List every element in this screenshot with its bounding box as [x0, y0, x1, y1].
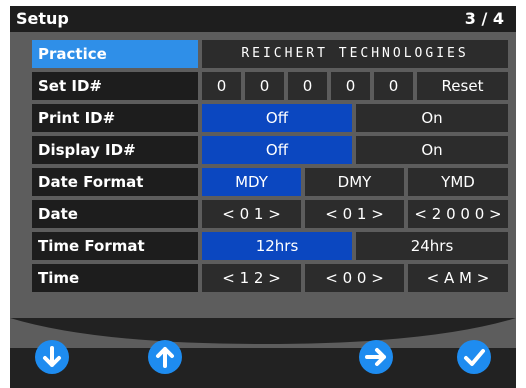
display-id-label: Display ID#	[32, 136, 198, 164]
practice-row: Practice REICHERT TECHNOLOGIES	[32, 40, 508, 68]
page-title: Setup	[16, 9, 69, 28]
practice-label[interactable]: Practice	[32, 40, 198, 68]
date-label: Date	[32, 200, 198, 228]
date-format-ymd-option[interactable]: YMD	[408, 168, 508, 196]
print-id-off-option[interactable]: Off	[202, 104, 352, 132]
set-id-digit-4[interactable]: 0	[331, 72, 370, 100]
time-minute-stepper[interactable]: < 0 0 >	[305, 264, 404, 292]
date-row: Date < 0 1 > < 0 1 > < 2 0 0 0 >	[32, 200, 508, 228]
display-id-row: Display ID# Off On	[32, 136, 508, 164]
set-id-digit-5[interactable]: 0	[374, 72, 413, 100]
set-id-label: Set ID#	[32, 72, 198, 100]
set-id-digit-3[interactable]: 0	[288, 72, 327, 100]
time-format-12hrs-option[interactable]: 12hrs	[202, 232, 352, 260]
checkmark-icon[interactable]	[457, 340, 491, 374]
date-format-mdy-option[interactable]: MDY	[202, 168, 301, 196]
set-id-digit-1[interactable]: 0	[202, 72, 241, 100]
set-id-row: Set ID# 0 0 0 0 0 Reset	[32, 72, 508, 100]
title-bar: Setup 3 / 4	[10, 6, 516, 32]
date-format-dmy-option[interactable]: DMY	[305, 168, 404, 196]
arrow-up-icon[interactable]	[148, 340, 182, 374]
display-id-off-option[interactable]: Off	[202, 136, 352, 164]
time-row: Time < 1 2 > < 0 0 > < A M >	[32, 264, 508, 292]
set-id-digit-2[interactable]: 0	[245, 72, 284, 100]
arrow-right-icon[interactable]	[359, 340, 393, 374]
date-format-row: Date Format MDY DMY YMD	[32, 168, 508, 196]
date-year-stepper[interactable]: < 2 0 0 0 >	[408, 200, 508, 228]
date-month-stepper[interactable]: < 0 1 >	[202, 200, 301, 228]
page-indicator: 3 / 4	[464, 9, 504, 28]
time-format-label: Time Format	[32, 232, 198, 260]
display-id-on-option[interactable]: On	[356, 136, 508, 164]
date-format-label: Date Format	[32, 168, 198, 196]
time-ampm-stepper[interactable]: < A M >	[408, 264, 508, 292]
arrow-down-icon[interactable]	[35, 340, 69, 374]
print-id-on-option[interactable]: On	[356, 104, 508, 132]
time-format-row: Time Format 12hrs 24hrs	[32, 232, 508, 260]
time-format-24hrs-option[interactable]: 24hrs	[356, 232, 508, 260]
print-id-row: Print ID# Off On	[32, 104, 508, 132]
practice-name-field[interactable]: REICHERT TECHNOLOGIES	[202, 40, 508, 68]
bottom-bar	[10, 318, 516, 388]
date-day-stepper[interactable]: < 0 1 >	[305, 200, 404, 228]
reset-button[interactable]: Reset	[417, 72, 508, 100]
print-id-label: Print ID#	[32, 104, 198, 132]
time-hour-stepper[interactable]: < 1 2 >	[202, 264, 301, 292]
setup-screen: Setup 3 / 4 Practice REICHERT TECHNOLOGI…	[10, 6, 516, 388]
time-label: Time	[32, 264, 198, 292]
